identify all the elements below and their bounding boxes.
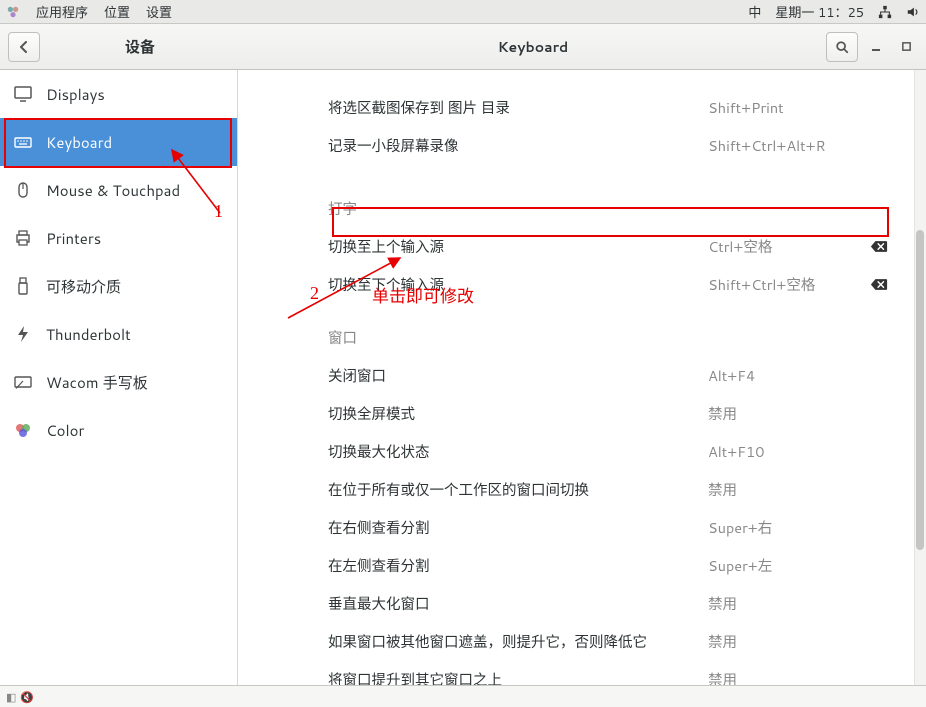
tablet-icon [14,373,32,391]
sidebar-item-removable-media[interactable]: 可移动介质 [0,262,237,310]
shortcut-desc: 记录一小段屏幕录像 [328,135,708,156]
shortcut-row[interactable]: 在左侧查看分割Super+左 [328,546,888,584]
display-icon [14,85,32,103]
sidebar-item-label: Displays [46,84,105,105]
headerbar: 设备 Keyboard [0,24,926,70]
ime-indicator[interactable]: 中 [748,2,761,22]
sidebar-item-displays[interactable]: Displays [0,70,237,118]
maximize-icon [901,41,912,52]
search-button[interactable] [826,32,858,62]
shortcut-desc: 切换最大化状态 [328,441,708,462]
shortcut-desc: 切换全屏模式 [328,403,708,424]
page-title: Keyboard [240,37,826,57]
top-menubar: 应用程序 位置 设置 中 星期一 11：25 [0,0,926,24]
scrollbar-thumb[interactable] [916,230,924,550]
shortcut-desc: 切换至下个输入源 [328,274,708,295]
sidebar-item-color[interactable]: Color [0,406,237,454]
shortcut-accel: Ctrl+空格 [708,236,888,257]
sidebar-item-mouse-touchpad[interactable]: Mouse & Touchpad [0,166,237,214]
shortcut-desc: 将选区截图保存到 图片 目录 [328,97,708,118]
shortcut-row[interactable]: 垂直最大化窗口禁用 [328,584,888,622]
minimize-icon [870,41,882,53]
sidebar-item-wacom[interactable]: Wacom 手写板 [0,358,237,406]
shortcut-accel: Super+右 [708,517,888,538]
shortcut-accel: Shift+Ctrl+Alt+R [708,135,888,156]
shortcut-row[interactable]: 如果窗口被其他窗口遮盖，则提升它，否则降低它禁用 [328,622,888,660]
search-icon [835,40,849,54]
shortcut-accel: 禁用 [708,669,888,686]
back-button[interactable] [8,32,40,62]
shortcut-accel: 禁用 [708,479,888,500]
shortcut-accel: 禁用 [708,403,888,424]
shortcut-accel: Alt+F4 [708,365,888,386]
color-icon [14,421,32,439]
sidebar-item-label: Printers [46,228,101,249]
shortcut-row[interactable]: 在右侧查看分割Super+右 [328,508,888,546]
shortcut-row[interactable]: 将窗口提升到其它窗口之上禁用 [328,660,888,685]
printer-icon [14,229,32,247]
network-icon[interactable] [878,5,892,19]
shortcut-row[interactable]: 将选区截图保存到 图片 目录 Shift+Print [328,88,888,126]
shortcut-accel: Alt+F10 [708,441,888,462]
backspace-clear-icon[interactable] [870,277,888,291]
distro-logo-icon [6,5,20,19]
panel-mute-icon[interactable]: 🔇 [20,689,34,705]
settings-sidebar: Displays Keyboard Mouse & Touchpad Print… [0,70,238,685]
scrollbar-track[interactable] [914,70,926,685]
shortcut-accel: 禁用 [708,631,888,652]
mouse-icon [14,181,32,199]
sidebar-item-thunderbolt[interactable]: Thunderbolt [0,310,237,358]
bottom-panel: ◧ 🔇 [0,685,926,707]
shortcut-row-switch-next-input[interactable]: 切换至下个输入源 Shift+Ctrl+空格 [328,265,888,303]
menu-places[interactable]: 位置 [104,2,130,22]
sidebar-item-label: Mouse & Touchpad [46,180,180,201]
shortcut-row[interactable]: 切换全屏模式禁用 [328,394,888,432]
menu-settings[interactable]: 设置 [146,2,172,22]
section-typing-header: 打字 [328,198,888,219]
sidebar-item-label: Thunderbolt [46,324,131,345]
sidebar-item-label: Keyboard [46,132,112,153]
clock-label: 星期一 11：25 [775,2,864,22]
shortcut-row[interactable]: 记录一小段屏幕录像 Shift+Ctrl+Alt+R [328,126,888,164]
shortcut-accel: Shift+Ctrl+空格 [708,274,888,295]
keyboard-icon [14,133,32,151]
shortcut-accel: 禁用 [708,593,888,614]
shortcut-desc: 在左侧查看分割 [328,555,708,576]
shortcut-accel: Shift+Print [708,97,888,118]
shortcut-row[interactable]: 切换最大化状态Alt+F10 [328,432,888,470]
sidebar-title: 设备 [40,36,240,57]
shortcut-desc: 将窗口提升到其它窗口之上 [328,669,708,686]
menu-applications[interactable]: 应用程序 [36,2,88,22]
shortcut-desc: 垂直最大化窗口 [328,593,708,614]
sidebar-item-label: Wacom 手写板 [46,372,148,393]
usb-icon [14,277,32,295]
thunderbolt-icon [14,325,32,343]
sidebar-item-keyboard[interactable]: Keyboard [0,118,237,166]
sidebar-item-printers[interactable]: Printers [0,214,237,262]
shortcut-desc: 关闭窗口 [328,365,708,386]
shortcut-row[interactable]: 在位于所有或仅一个工作区的窗口间切换禁用 [328,470,888,508]
chevron-left-icon [18,41,30,53]
shortcut-row[interactable]: 关闭窗口Alt+F4 [328,356,888,394]
sidebar-item-label: Color [46,420,84,441]
shortcuts-scroll-area[interactable]: 将选区截图保存到 图片 目录 Shift+Print 记录一小段屏幕录像 Shi… [238,70,926,685]
shortcut-desc: 在右侧查看分割 [328,517,708,538]
window-minimize-button[interactable] [864,35,888,59]
shortcut-desc: 如果窗口被其他窗口遮盖，则提升它，否则降低它 [328,631,708,652]
shortcut-accel: Super+左 [708,555,888,576]
shortcut-desc: 切换至上个输入源 [328,236,708,257]
sidebar-item-label: 可移动介质 [46,276,121,297]
shortcut-desc: 在位于所有或仅一个工作区的窗口间切换 [328,479,708,500]
window-maximize-button[interactable] [894,35,918,59]
backspace-clear-icon[interactable] [870,239,888,253]
section-window-header: 窗口 [328,327,888,348]
panel-apps-icon[interactable]: ◧ [6,689,16,705]
shortcut-row-switch-prev-input[interactable]: 切换至上个输入源 Ctrl+空格 [328,227,888,265]
volume-icon[interactable] [906,5,920,19]
